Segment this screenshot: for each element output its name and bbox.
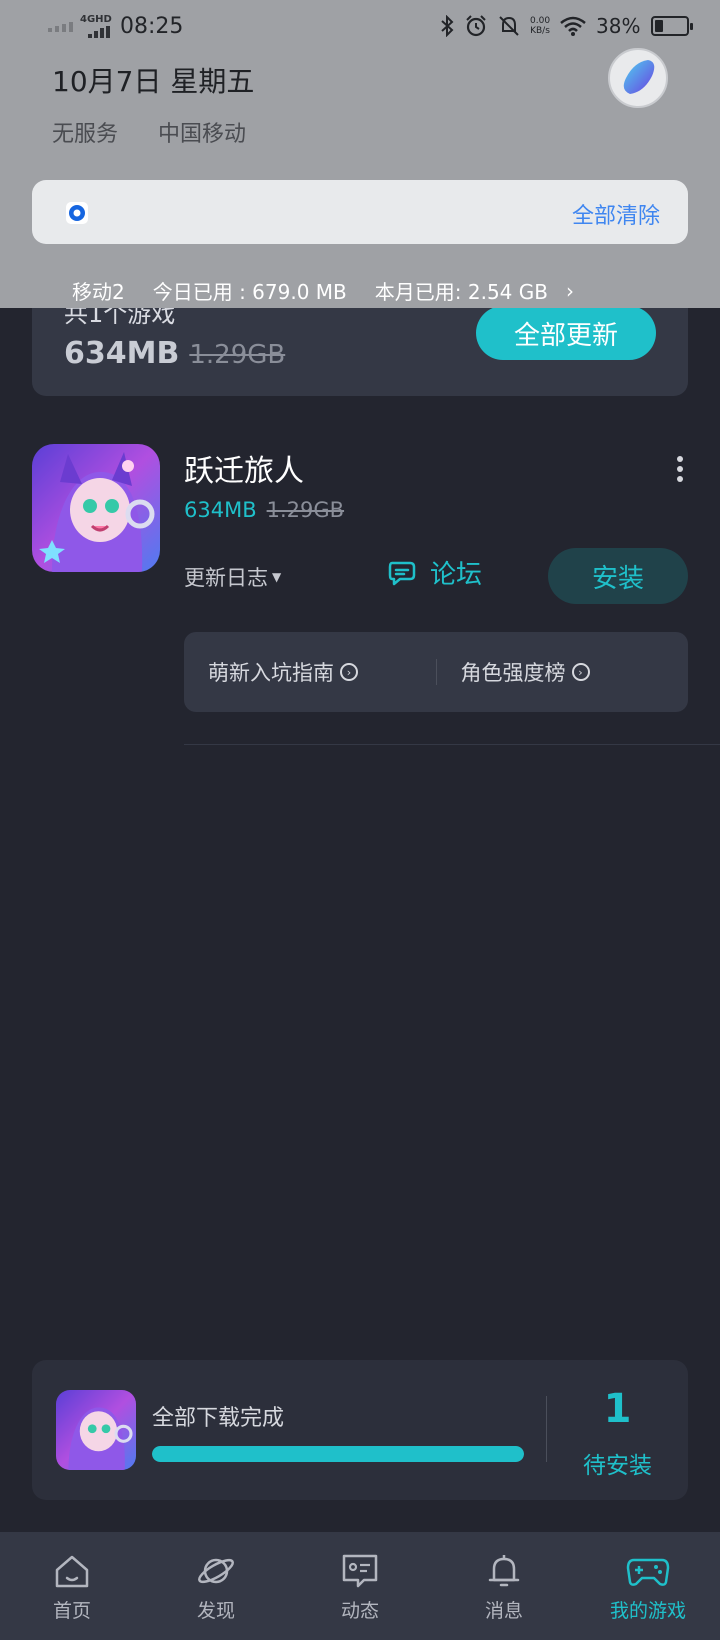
game-size-old: 1.29GB	[266, 498, 345, 522]
game-title[interactable]: 跃迁旅人	[184, 446, 304, 490]
tab-my-games-label: 我的游戏	[609, 1600, 686, 1622]
tab-discover-label: 发现	[196, 1600, 235, 1622]
shade-date: 10月7日 星期五	[52, 65, 255, 98]
guide-link-newbie-label: 萌新入坑指南	[208, 661, 334, 685]
tab-feed-label: 动态	[340, 1600, 379, 1622]
chat-bubble-icon	[388, 561, 416, 585]
game-list-item: 跃迁旅人 634MB 1.29GB 更新日志 ▼ 论坛 安装 萌新入坑指南 › …	[0, 440, 720, 745]
status-icons: 0.00 KB/s 38%	[440, 14, 693, 38]
assistant-icon[interactable]	[608, 48, 668, 108]
chevron-right-icon: ›	[565, 278, 574, 303]
summary-size: 634MB 1.29GB	[64, 336, 285, 371]
battery-percent: 38%	[596, 14, 641, 38]
notification-card[interactable]: 全部清除	[32, 180, 688, 244]
bell-icon	[488, 1555, 520, 1587]
net-speed: 0.00 KB/s	[530, 16, 550, 36]
clear-all-button[interactable]: 全部清除	[572, 198, 660, 230]
download-status-text: 全部下载完成	[152, 1406, 285, 1431]
battery-level	[654, 20, 664, 32]
notification-shade[interactable]: 4GHD 08:25 0.00 KB/s 38% 10月7日 星期五 无服务 中…	[0, 0, 720, 308]
bluetooth-icon	[441, 15, 454, 37]
planet-icon	[198, 1558, 234, 1584]
summary-size-old: 1.29GB	[189, 340, 286, 370]
game-size: 634MB 1.29GB	[184, 498, 344, 522]
bottom-tab-bar: 首页 发现 动态 消息 我的游戏	[0, 1532, 720, 1640]
data-usage-month: 本月已用: 2.54 GB	[374, 280, 548, 304]
mute-bell-icon	[499, 16, 519, 36]
network-type: 4GHD	[80, 14, 112, 25]
tab-my-games[interactable]: 我的游戏	[576, 1532, 720, 1640]
pending-install-count: 1	[603, 1386, 632, 1432]
guide-link-tier-list[interactable]: 角色强度榜 ›	[437, 657, 689, 687]
feed-icon	[342, 1554, 378, 1588]
data-usage-row[interactable]: 移动2 今日已用 : 679.0 MB 本月已用: 2.54 GB ›	[72, 276, 574, 305]
list-divider	[184, 744, 720, 745]
wifi-icon	[560, 16, 586, 36]
alarm-icon	[466, 15, 486, 37]
circle-arrow-right-icon: ›	[571, 663, 590, 681]
net-speed-unit: KB/s	[530, 26, 550, 36]
signal-sim2-icon	[88, 26, 110, 38]
tab-feed[interactable]: 动态	[288, 1532, 432, 1640]
tab-discover[interactable]: 发现	[144, 1532, 288, 1640]
circle-arrow-right-icon: ›	[340, 663, 358, 681]
changelog-dropdown[interactable]: 更新日志 ▼	[184, 562, 281, 592]
tab-home-label: 首页	[52, 1600, 91, 1622]
notification-app-icon	[66, 202, 88, 224]
game-icon[interactable]	[32, 444, 160, 572]
download-progress-bar	[152, 1446, 524, 1462]
net-speed-value: 0.00	[530, 16, 551, 26]
pending-install-label: 待安装	[583, 1453, 652, 1479]
guide-link-newbie[interactable]: 萌新入坑指南 ›	[184, 657, 436, 687]
game-size-now: 634MB	[184, 498, 257, 522]
carrier-sim2: 中国移动	[158, 122, 247, 147]
tab-messages[interactable]: 消息	[432, 1532, 576, 1640]
signal-sim1-icon	[48, 22, 73, 32]
tab-home[interactable]: 首页	[0, 1532, 144, 1640]
gamepad-icon	[626, 1558, 670, 1586]
install-button[interactable]: 安装	[548, 548, 688, 604]
guide-links-card: 萌新入坑指南 › 角色强度榜 ›	[184, 632, 688, 712]
guide-link-tier-list-label: 角色强度榜	[460, 661, 566, 685]
caret-down-icon: ▼	[272, 570, 282, 584]
battery-icon	[650, 16, 693, 36]
forum-label: 论坛	[430, 560, 483, 590]
download-status-card[interactable]: 全部下载完成 1 待安装	[32, 1360, 688, 1500]
download-progress-fill	[152, 1446, 524, 1462]
data-usage-sim: 移动2	[72, 280, 125, 304]
more-options-icon[interactable]	[670, 454, 690, 484]
summary-size-now: 634MB	[64, 336, 180, 371]
data-usage-today: 今日已用 : 679.0 MB	[152, 280, 347, 304]
changelog-label: 更新日志	[184, 566, 268, 590]
tab-messages-label: 消息	[484, 1600, 523, 1622]
forum-button[interactable]: 论坛	[388, 554, 482, 591]
home-icon	[55, 1555, 89, 1588]
status-clock: 08:25	[120, 14, 184, 39]
carrier-sim1: 无服务	[52, 122, 119, 147]
download-game-icon	[56, 1390, 136, 1470]
update-all-button[interactable]: 全部更新	[476, 306, 656, 360]
